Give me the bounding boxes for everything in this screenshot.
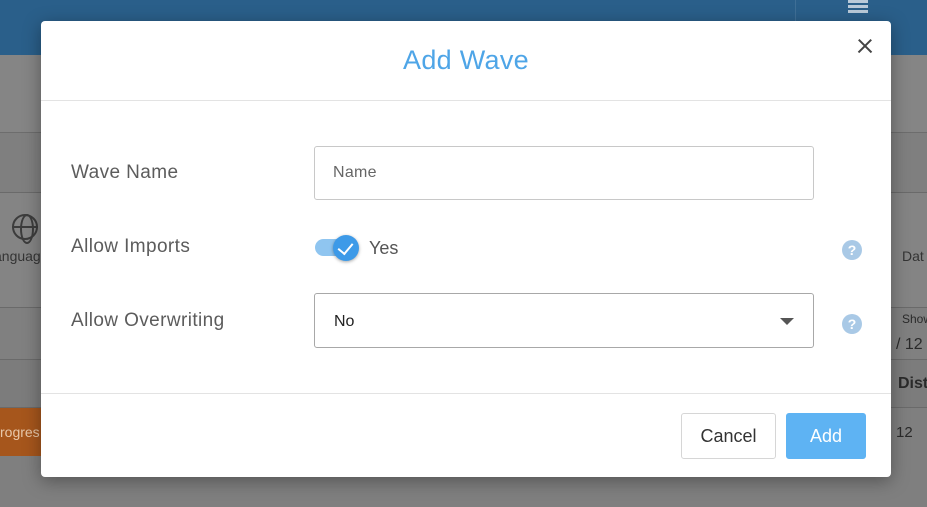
add-button[interactable]: Add (786, 413, 866, 459)
background-language-label: anguag (0, 248, 41, 264)
dialog-header: Add Wave (41, 21, 891, 101)
add-wave-dialog: Add Wave Wave Name Allow Imports Yes ? A… (41, 21, 891, 477)
background-date-label: Dat (902, 248, 924, 264)
wave-name-label: Wave Name (71, 162, 179, 183)
globe-icon (12, 214, 38, 244)
wave-name-input[interactable] (314, 146, 814, 200)
dialog-footer: Cancel Add (41, 393, 891, 477)
chevron-down-icon (780, 318, 794, 325)
cancel-button[interactable]: Cancel (681, 413, 776, 459)
list-icon (848, 0, 868, 16)
background-cell: 12 (896, 424, 913, 441)
allow-imports-label: Allow Imports (71, 236, 191, 257)
background-pagination: / 12 (896, 336, 923, 353)
background-show-label: Show (902, 312, 927, 326)
check-icon (333, 235, 359, 261)
allow-imports-toggle[interactable] (313, 235, 361, 261)
select-value: No (334, 313, 355, 330)
dialog-title: Add Wave (403, 45, 529, 75)
help-icon[interactable]: ? (842, 240, 862, 260)
allow-imports-state: Yes (369, 238, 399, 258)
allow-overwriting-select[interactable]: No (314, 293, 814, 348)
background-column-header: Dist (898, 375, 927, 392)
allow-overwriting-label: Allow Overwriting (71, 310, 225, 331)
help-icon[interactable]: ? (842, 314, 862, 334)
close-icon[interactable] (853, 35, 877, 59)
